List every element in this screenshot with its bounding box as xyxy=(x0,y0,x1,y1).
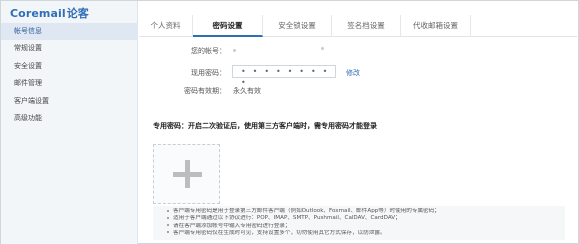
settings-tabs: 个人资料 密码设置 安全锁设置 签名档设置 代收邮箱设置 xyxy=(139,15,577,37)
tab-signature[interactable]: 签名档设置 xyxy=(332,15,401,37)
note-item: 客户端专用密码是用于登录第三方邮件客户端（例如Outlook、Foxmail、邮… xyxy=(167,208,565,215)
tab-security-lock[interactable]: 安全锁设置 xyxy=(263,15,332,37)
tab-personal-info[interactable]: 个人资料 xyxy=(139,15,193,37)
modify-password-link[interactable]: 修改 xyxy=(346,68,360,78)
logo-brand: Coremail xyxy=(10,6,66,20)
validity-row: 密码有效期： xyxy=(166,86,226,96)
tab-mail-fetch[interactable]: 代收邮箱设置 xyxy=(401,15,471,37)
sidebar-item-mail-management[interactable]: 邮件管理 xyxy=(1,75,138,92)
password-label: 现用密码： xyxy=(191,69,226,77)
sidebar: Coremail 论客 帐号信息 常规设置 安全设置 邮件管理 客户端设置 高级… xyxy=(1,1,138,244)
account-value-redacted xyxy=(233,46,324,54)
note-item: 适用于客户端通过以下协议进行：POP、IMAP、SMTP、Pushmail、Ca… xyxy=(167,215,565,222)
coremail-logo: Coremail 论客 xyxy=(10,5,89,21)
validity-value: 永久有效 xyxy=(233,87,261,95)
client-password-title: 专用密码：开启二次验证后，使用第三方客户端时，需专用密码才能登录 xyxy=(153,122,377,130)
window-frame: Coremail 论客 帐号信息 常规设置 安全设置 邮件管理 客户端设置 高级… xyxy=(0,0,579,244)
validity-label: 密码有效期： xyxy=(184,87,226,95)
sidebar-item-client-settings[interactable]: 客户端设置 xyxy=(1,93,138,110)
password-row: 现用密码： xyxy=(166,68,226,78)
notes-panel: 客户端专用密码是用于登录第三方邮件客户端（例如Outlook、Foxmail、邮… xyxy=(153,206,565,240)
password-field[interactable]: • • • • • • • • • xyxy=(232,65,336,87)
logo-brand-cn: 论客 xyxy=(66,7,89,20)
sidebar-item-advanced[interactable]: 高级功能 xyxy=(1,110,138,127)
tab-password-settings[interactable]: 密码设置 xyxy=(193,15,263,37)
account-row: 您的帐号： xyxy=(166,46,226,56)
sidebar-item-security-settings[interactable]: 安全设置 xyxy=(1,58,138,75)
note-item: 请在客户端添加帐号中输入专用密码进行登录； xyxy=(167,223,565,230)
account-label: 您的帐号： xyxy=(191,47,226,55)
sidebar-menu: 帐号信息 常规设置 安全设置 邮件管理 客户端设置 高级功能 xyxy=(1,23,138,127)
add-client-password-button[interactable] xyxy=(153,144,220,204)
sidebar-item-general-settings[interactable]: 常规设置 xyxy=(1,40,138,57)
sidebar-item-account-info[interactable]: 帐号信息 xyxy=(1,23,138,41)
note-item: 客户端专用密码仅在生成时可见，支持设置多个，切勿使用其它方式保存，以防泄露。 xyxy=(167,230,565,237)
